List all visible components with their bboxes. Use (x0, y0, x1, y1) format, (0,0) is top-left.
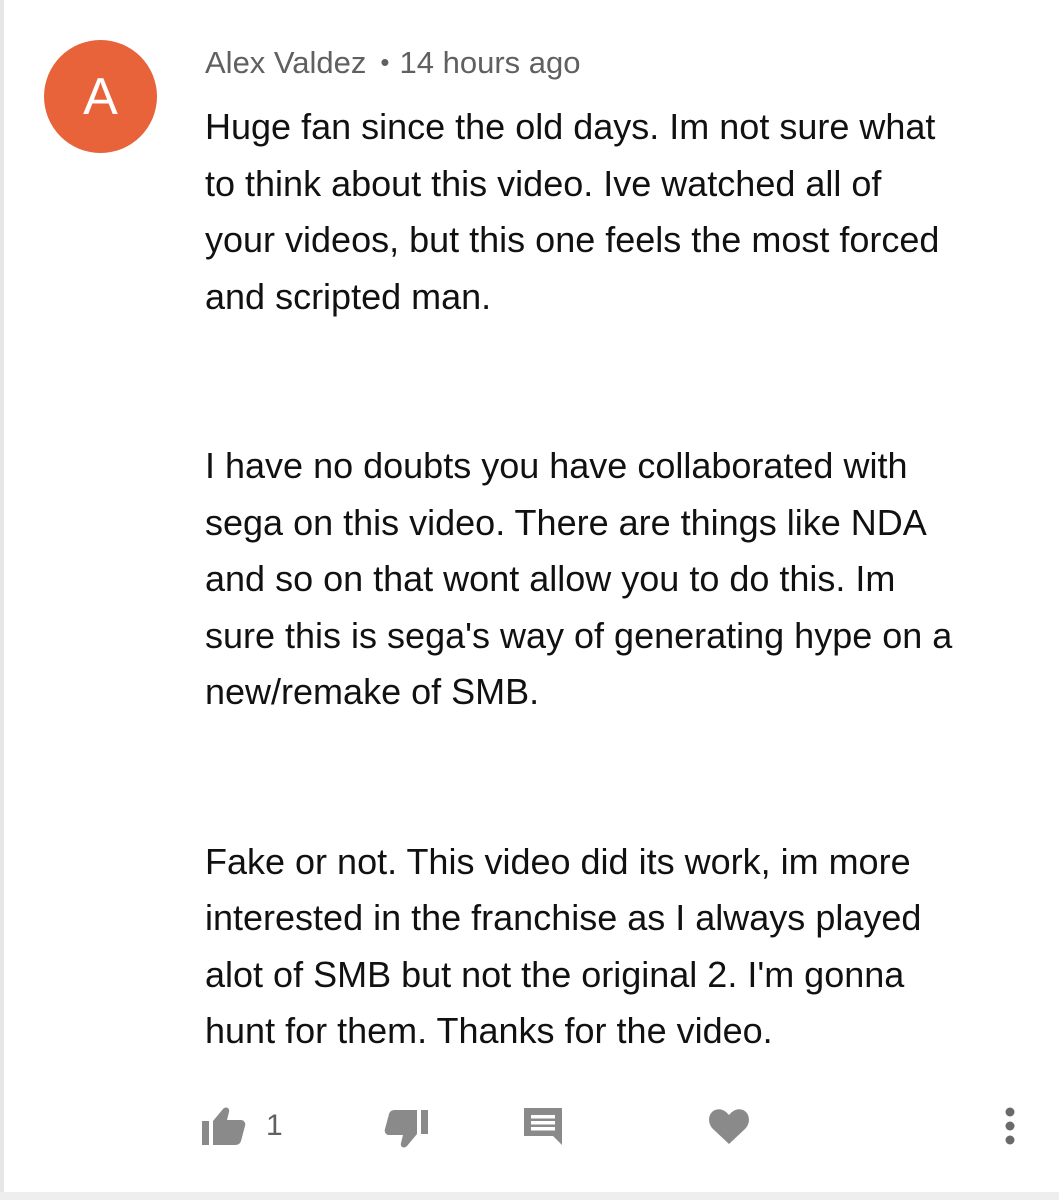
author-name[interactable]: Alex Valdez (205, 45, 366, 80)
avatar[interactable]: A (44, 40, 157, 153)
comment-actions: 1 (0, 1100, 1059, 1152)
comment-paragraph-3: Fake or not. This video did its work, im… (205, 840, 922, 1052)
comment-header: Alex Valdez • 14 hours ago (205, 41, 581, 84)
avatar-letter: A (83, 67, 118, 126)
more-options-button[interactable] (992, 1100, 1028, 1152)
bottom-divider (0, 1192, 1059, 1200)
reply-button[interactable] (521, 1100, 565, 1152)
thumbs-down-icon (384, 1103, 430, 1149)
timestamp: 14 hours ago (399, 45, 581, 80)
thumbs-up-icon (200, 1106, 246, 1146)
comment-body: Huge fan since the old days. Im not sure… (205, 99, 1035, 1060)
reply-comment-icon (521, 1105, 565, 1147)
like-button[interactable]: 1 (200, 1100, 283, 1152)
heart-button[interactable] (708, 1100, 750, 1152)
like-count: 1 (266, 1109, 283, 1142)
comment: A Alex Valdez • 14 hours ago Huge fan sinc… (0, 0, 1059, 1192)
dislike-button[interactable] (384, 1100, 430, 1152)
comment-paragraph-1: Huge fan since the old days. Im not sure… (205, 106, 940, 317)
comment-paragraph-2: I have no doubts you have collaborated w… (205, 445, 953, 712)
heart-icon (708, 1107, 750, 1145)
separator-dot: • (380, 47, 390, 77)
more-vertical-icon (1005, 1107, 1015, 1145)
